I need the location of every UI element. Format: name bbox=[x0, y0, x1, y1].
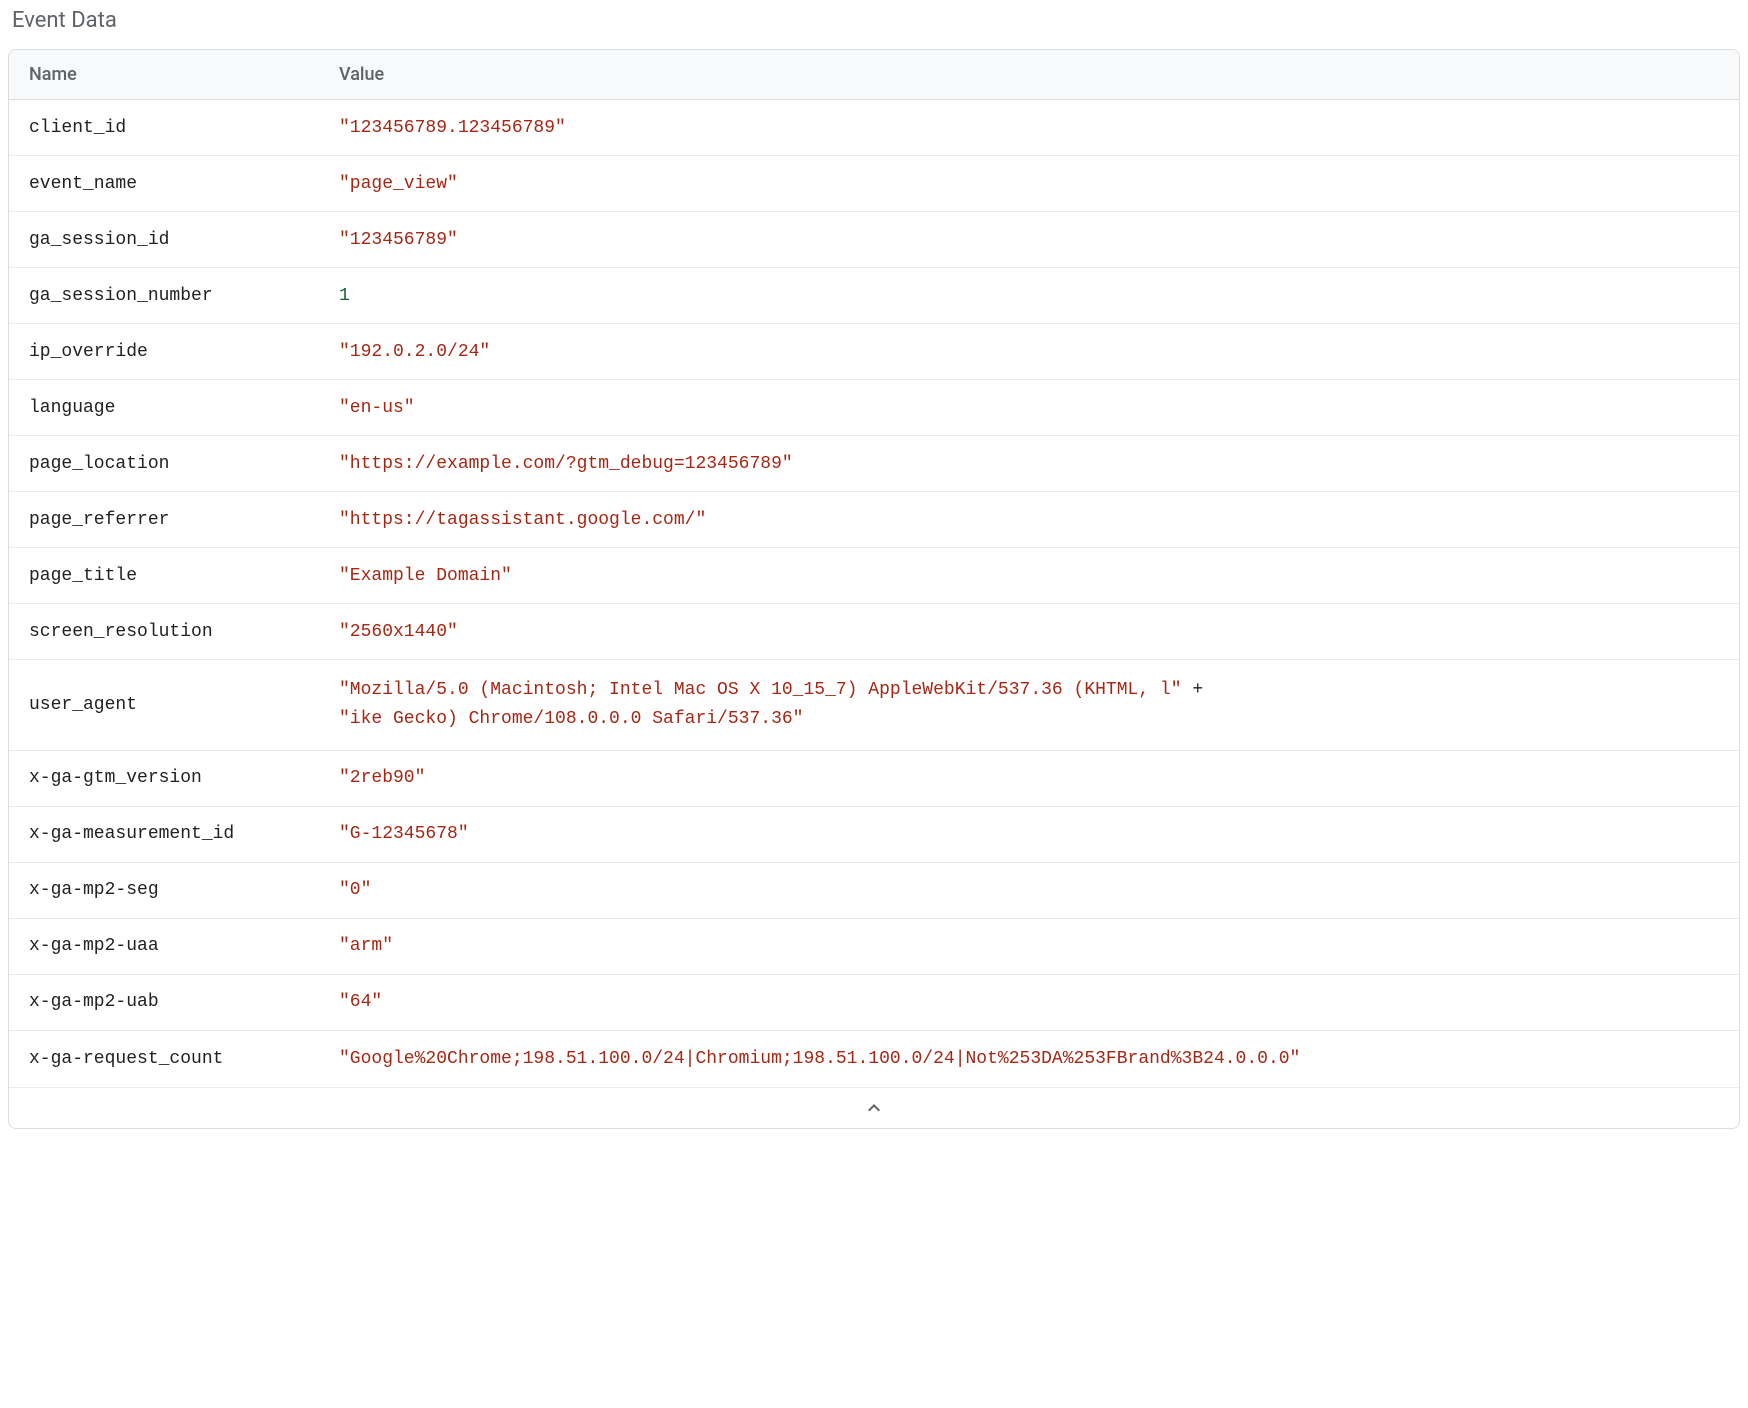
row-name: x-ga-mp2-seg bbox=[29, 880, 339, 900]
row-name: page_title bbox=[29, 566, 339, 586]
row-name: screen_resolution bbox=[29, 622, 339, 642]
table-row[interactable]: x-ga-mp2-uab"64" bbox=[9, 975, 1739, 1031]
row-value: "G-12345678" bbox=[339, 824, 1719, 844]
table-row[interactable]: screen_resolution"2560x1440" bbox=[9, 604, 1739, 660]
table-row[interactable]: x-ga-gtm_version"2reb90" bbox=[9, 751, 1739, 807]
table-row[interactable]: x-ga-request_count"Google%20Chrome;198.5… bbox=[9, 1031, 1739, 1087]
row-name: page_referrer bbox=[29, 510, 339, 530]
row-value: "2560x1440" bbox=[339, 622, 1719, 642]
table-row[interactable]: x-ga-mp2-seg"0" bbox=[9, 863, 1739, 919]
row-value: "123456789" bbox=[339, 230, 1719, 250]
table-row[interactable]: client_id"123456789.123456789" bbox=[9, 100, 1739, 156]
row-value: "64" bbox=[339, 992, 1719, 1012]
row-name: event_name bbox=[29, 174, 339, 194]
table-row[interactable]: ga_session_number1 bbox=[9, 268, 1739, 324]
row-name: user_agent bbox=[29, 695, 339, 715]
collapse-button[interactable] bbox=[9, 1087, 1739, 1128]
table-row[interactable]: page_referrer"https://tagassistant.googl… bbox=[9, 492, 1739, 548]
table-row[interactable]: user_agent"Mozilla/5.0 (Macintosh; Intel… bbox=[9, 660, 1739, 751]
row-value: "0" bbox=[339, 880, 1719, 900]
row-value: "192.0.2.0/24" bbox=[339, 342, 1719, 362]
row-value: "123456789.123456789" bbox=[339, 118, 1719, 138]
row-name: ga_session_id bbox=[29, 230, 339, 250]
row-value: "https://tagassistant.google.com/" bbox=[339, 510, 1719, 530]
row-value: "Mozilla/5.0 (Macintosh; Intel Mac OS X … bbox=[339, 676, 1719, 734]
row-name: x-ga-measurement_id bbox=[29, 824, 339, 844]
row-name: x-ga-mp2-uaa bbox=[29, 936, 339, 956]
table-row[interactable]: x-ga-mp2-uaa"arm" bbox=[9, 919, 1739, 975]
row-name: language bbox=[29, 398, 339, 418]
row-name: client_id bbox=[29, 118, 339, 138]
section-title: Event Data bbox=[8, 8, 1740, 33]
row-value: "https://example.com/?gtm_debug=12345678… bbox=[339, 454, 1719, 474]
row-name: ip_override bbox=[29, 342, 339, 362]
row-value: "en-us" bbox=[339, 398, 1719, 418]
table-row[interactable]: language"en-us" bbox=[9, 380, 1739, 436]
row-name: page_location bbox=[29, 454, 339, 474]
chevron-up-icon bbox=[862, 1096, 886, 1120]
row-value: "arm" bbox=[339, 936, 1719, 956]
column-header-value: Value bbox=[339, 64, 1719, 85]
row-name: x-ga-gtm_version bbox=[29, 768, 339, 788]
row-value: "Example Domain" bbox=[339, 566, 1719, 586]
row-value: "2reb90" bbox=[339, 768, 1719, 788]
table-row[interactable]: ip_override"192.0.2.0/24" bbox=[9, 324, 1739, 380]
row-name: x-ga-request_count bbox=[29, 1049, 339, 1069]
table-row[interactable]: x-ga-measurement_id"G-12345678" bbox=[9, 807, 1739, 863]
row-value: "page_view" bbox=[339, 174, 1719, 194]
table-row[interactable]: ga_session_id"123456789" bbox=[9, 212, 1739, 268]
row-value: 1 bbox=[339, 286, 1719, 306]
table-row[interactable]: page_title"Example Domain" bbox=[9, 548, 1739, 604]
table-body: client_id"123456789.123456789"event_name… bbox=[9, 100, 1739, 1087]
row-name: ga_session_number bbox=[29, 286, 339, 306]
row-name: x-ga-mp2-uab bbox=[29, 992, 339, 1012]
table-header: Name Value bbox=[9, 50, 1739, 100]
event-data-table: Name Value client_id"123456789.123456789… bbox=[8, 49, 1740, 1129]
table-row[interactable]: event_name"page_view" bbox=[9, 156, 1739, 212]
column-header-name: Name bbox=[29, 64, 339, 85]
row-value: "Google%20Chrome;198.51.100.0/24|Chromiu… bbox=[339, 1049, 1719, 1069]
table-row[interactable]: page_location"https://example.com/?gtm_d… bbox=[9, 436, 1739, 492]
